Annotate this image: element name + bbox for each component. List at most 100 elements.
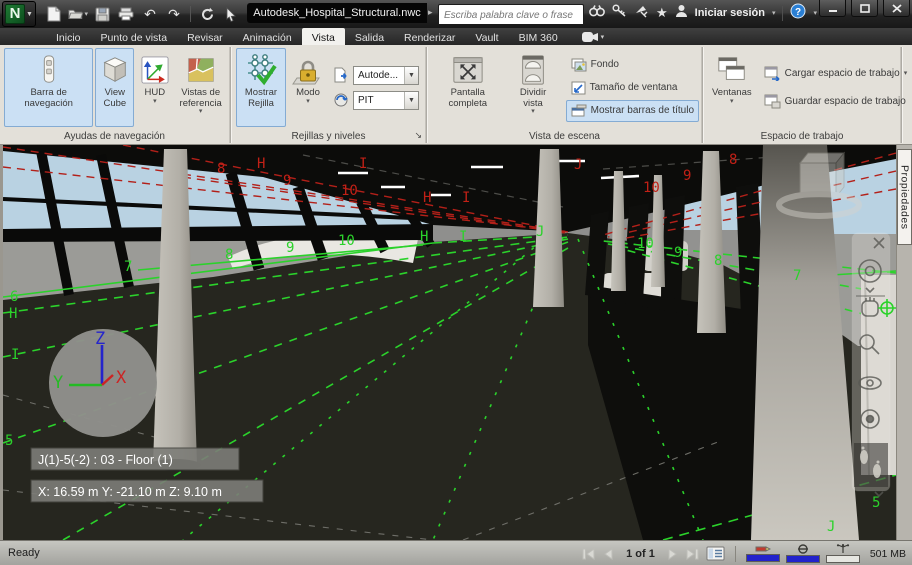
level-combobox[interactable]: PIT ▼ xyxy=(353,90,419,110)
panel-espacio-trabajo: Ventanas ▾ Cargar espacio de trabajo ▾ G… xyxy=(704,45,907,144)
infocenter-bar: ★ Iniciar sesión ▾ ? ▾ xyxy=(589,2,817,24)
svg-text:9: 9 xyxy=(283,173,291,189)
print-button[interactable] xyxy=(116,4,136,24)
fullscreen-button[interactable]: Pantalla completa xyxy=(432,48,503,127)
chevron-down-icon: ▾ xyxy=(730,97,734,105)
application-menu-button[interactable]: N ▼ xyxy=(2,1,36,27)
cursor-arrow-icon xyxy=(226,6,236,22)
sign-in-button[interactable]: Iniciar sesión xyxy=(695,7,765,19)
tab-renderizar[interactable]: Renderizar xyxy=(394,28,465,45)
title-expand-icon[interactable]: ▸ xyxy=(428,7,433,18)
subscription-button[interactable] xyxy=(612,3,627,23)
record-video-button[interactable]: ▾ xyxy=(581,28,604,45)
communication-center-button[interactable] xyxy=(634,4,649,23)
help-button[interactable]: ? xyxy=(790,3,806,24)
svg-text:10: 10 xyxy=(341,183,358,199)
axis-z-label: Z xyxy=(95,329,105,349)
tab-salida[interactable]: Salida xyxy=(345,28,394,45)
refresh-button[interactable] xyxy=(197,4,217,24)
navisworks-logo-icon: N xyxy=(5,4,26,24)
combobox-value: PIT xyxy=(358,94,374,106)
load-workspace-button[interactable]: Cargar espacio de trabajo ▾ xyxy=(759,63,912,85)
right-panel-strip: Propiedades xyxy=(896,145,912,540)
new-file-button[interactable] xyxy=(44,4,64,24)
save-button[interactable] xyxy=(92,4,112,24)
infocenter-search[interactable] xyxy=(438,4,584,24)
tab-vault[interactable]: Vault xyxy=(465,28,508,45)
save-workspace-button[interactable]: Guardar espacio de trabajo xyxy=(759,91,912,113)
memory-usage: 501 MB xyxy=(869,547,906,560)
walk-tool-button[interactable] xyxy=(854,443,888,487)
background-button[interactable]: Fondo xyxy=(566,54,699,76)
hud-item-text: J(1)-5(-2) : 03 - Floor (1) xyxy=(38,453,173,467)
hud-button[interactable]: HUD ▾ xyxy=(136,48,173,127)
maximize-button[interactable] xyxy=(851,0,878,17)
previous-sheet-button[interactable] xyxy=(602,547,614,561)
show-title-bars-button[interactable]: Mostrar barras de título xyxy=(565,99,699,122)
properties-panel-tab[interactable]: Propiedades xyxy=(897,149,912,245)
binoculars-icon xyxy=(589,5,605,17)
chevron-down-icon[interactable]: ▼ xyxy=(404,66,418,84)
active-level-icon[interactable] xyxy=(333,92,349,108)
last-sheet-button[interactable] xyxy=(685,547,700,561)
tab-inicio[interactable]: Inicio xyxy=(46,28,91,45)
close-button[interactable] xyxy=(883,0,910,17)
next-sheet-button[interactable] xyxy=(667,547,679,561)
export-levels-icon[interactable] xyxy=(333,67,349,83)
tab-revisar[interactable]: Revisar xyxy=(177,28,233,45)
first-sheet-button[interactable] xyxy=(581,547,596,561)
svg-text:10: 10 xyxy=(643,180,660,196)
antenna-icon xyxy=(836,544,849,553)
pencil-progress-meter xyxy=(745,545,780,562)
navigation-bar-button[interactable]: Barra de navegación xyxy=(4,48,94,127)
svg-text:H: H xyxy=(423,190,431,206)
svg-text:J: J xyxy=(536,224,544,240)
chevron-down-icon: ▼ xyxy=(26,10,33,18)
pivot-sphere: Z Y X xyxy=(49,329,157,437)
tab-bim-360[interactable]: BIM 360 xyxy=(509,28,568,45)
svg-text:9: 9 xyxy=(286,240,294,256)
dialog-launcher-icon[interactable]: ↘ xyxy=(414,130,422,141)
minimize-icon xyxy=(828,9,837,12)
grid-source-combobox[interactable]: Autode... ▼ xyxy=(353,65,419,85)
redo-button[interactable]: ↷ xyxy=(164,4,184,24)
windows-button[interactable]: Ventanas ▾ xyxy=(708,48,756,127)
svg-text:J: J xyxy=(827,519,835,535)
search-input[interactable] xyxy=(439,7,583,24)
svg-text:8: 8 xyxy=(729,152,737,168)
favorites-button[interactable]: ★ xyxy=(656,5,668,21)
svg-text:H: H xyxy=(420,229,428,245)
reference-views-button[interactable]: Vistas de referencia ▾ xyxy=(175,48,226,127)
title-bar: N ▼ ▾ ↶ ↷ Autodesk_Hospital_Structural.n… xyxy=(0,0,912,28)
button-label: Pantalla completa xyxy=(448,87,488,109)
window-size-button[interactable]: Tamaño de ventana xyxy=(566,77,699,99)
show-grid-button[interactable]: Mostrar Rejilla xyxy=(236,48,286,127)
search-button[interactable] xyxy=(589,4,605,22)
status-text: Ready xyxy=(8,547,40,559)
document-title: Autodesk_Hospital_Structural.nwc xyxy=(247,3,427,23)
split-view-button[interactable]: Dividir vista ▾ xyxy=(505,48,560,127)
viewcube-button[interactable]: View Cube xyxy=(95,48,135,127)
open-file-button[interactable]: ▾ xyxy=(68,4,88,24)
svg-text:9: 9 xyxy=(683,168,691,184)
quick-access-toolbar: ▾ ↶ ↷ ▼ xyxy=(44,4,265,24)
svg-text:?: ? xyxy=(795,7,801,18)
select-button[interactable] xyxy=(221,4,241,24)
sheet-browser-button[interactable] xyxy=(706,546,725,561)
new-file-icon xyxy=(47,6,61,22)
3d-viewport[interactable]: Z Y X 8 H 9 10 I H I J 10 9 8 6 H 7 I 5 … xyxy=(0,145,896,540)
background-icon xyxy=(571,58,587,71)
navigation-bar-overlay xyxy=(851,232,896,498)
tab-vista[interactable]: Vista xyxy=(301,28,345,45)
chevron-down-icon[interactable]: ▼ xyxy=(404,91,418,109)
tab-punto-de-vista[interactable]: Punto de vista xyxy=(91,28,178,45)
undo-button[interactable]: ↶ xyxy=(140,4,160,24)
ribbon-tab-bar: Inicio Punto de vista Revisar Animación … xyxy=(0,28,912,45)
scene-area: Z Y X 8 H 9 10 I H I J 10 9 8 6 H 7 I 5 … xyxy=(0,145,912,540)
svg-text:H: H xyxy=(9,306,17,322)
grid-mode-button[interactable]: Modo ▾ xyxy=(288,48,328,127)
minimize-button[interactable] xyxy=(819,0,846,17)
chevron-down-icon[interactable]: ▾ xyxy=(772,9,776,17)
chevron-down-icon[interactable]: ▾ xyxy=(813,9,817,17)
tab-animacion[interactable]: Animación xyxy=(233,28,302,45)
